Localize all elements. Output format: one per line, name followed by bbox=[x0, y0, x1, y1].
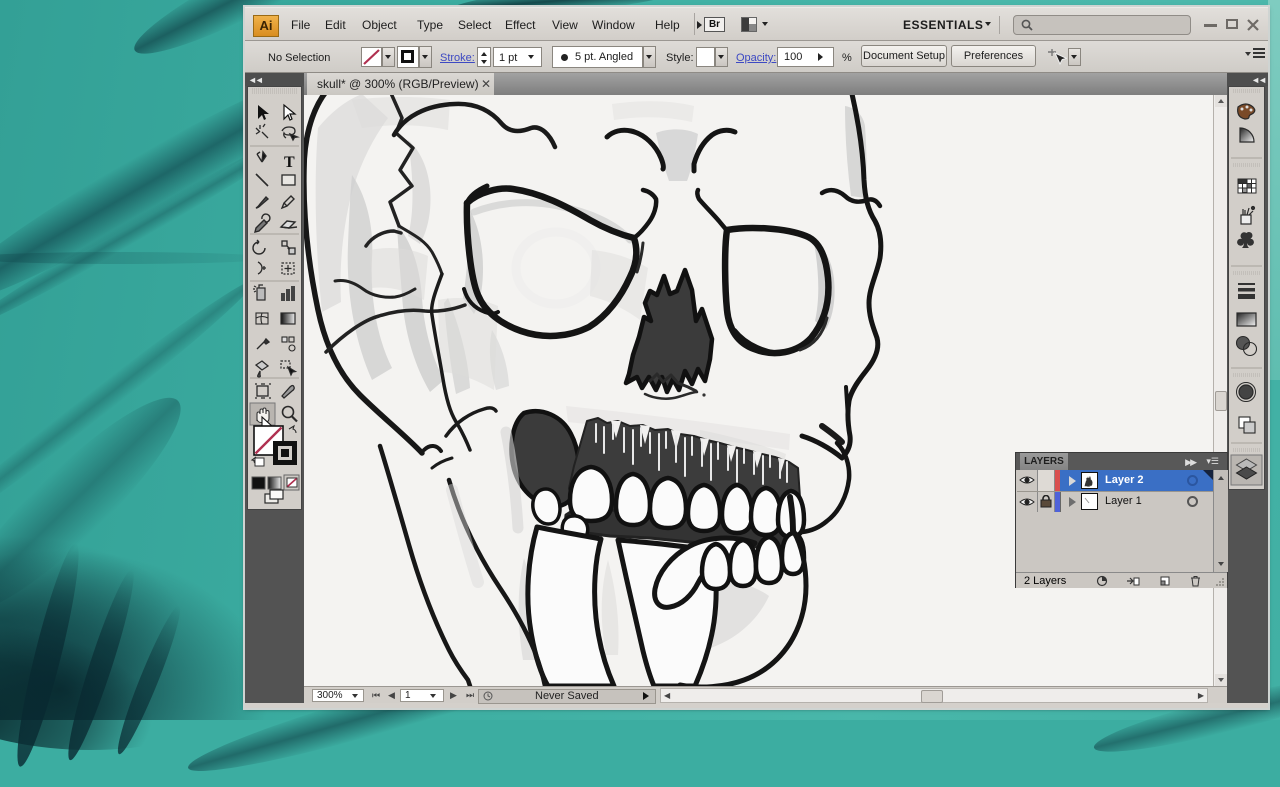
svg-text:T: T bbox=[284, 154, 295, 171]
